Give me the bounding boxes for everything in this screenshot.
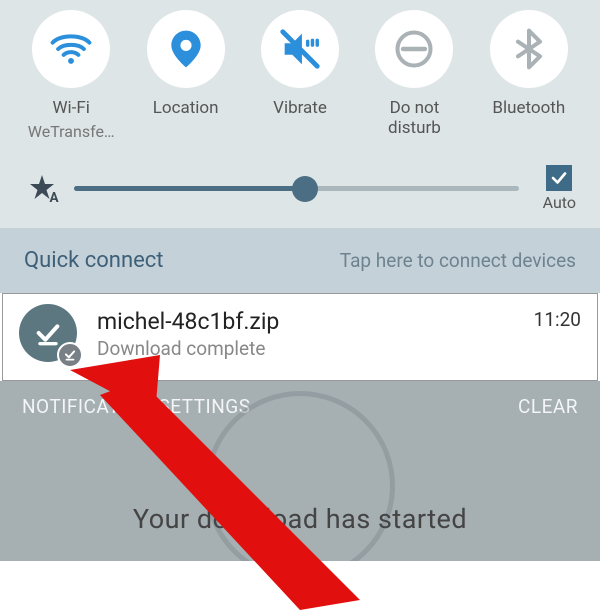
notification-icon-wrap (19, 304, 79, 364)
auto-brightness-checkbox[interactable] (546, 165, 572, 191)
quick-connect-title: Quick connect (24, 248, 163, 273)
svg-text:A: A (50, 190, 60, 205)
vibrate-label: Vibrate (273, 98, 327, 118)
brightness-slider[interactable] (74, 174, 519, 204)
dnd-icon (375, 10, 453, 88)
slider-thumb[interactable] (292, 176, 318, 202)
dnd-toggle[interactable]: Do not disturb (361, 10, 467, 141)
quick-settings-panel: Wi-Fi WeTransfe… Location Vibrate (0, 0, 600, 228)
bluetooth-label: Bluetooth (492, 98, 565, 118)
wifi-icon (32, 10, 110, 88)
toggle-row: Wi-Fi WeTransfe… Location Vibrate (10, 10, 590, 141)
notification-title: michel-48c1bf.zip (97, 308, 516, 335)
bluetooth-toggle[interactable]: Bluetooth (476, 10, 582, 141)
notification-text: michel-48c1bf.zip Download complete (97, 308, 516, 360)
bluetooth-icon (490, 10, 568, 88)
download-badge-icon (57, 342, 83, 368)
vibrate-toggle[interactable]: Vibrate (247, 10, 353, 141)
panel-footer-area: NOTIFICATION SETTINGS CLEAR Your downloa… (0, 381, 600, 561)
clear-button[interactable]: CLEAR (518, 395, 578, 418)
wifi-toggle[interactable]: Wi-Fi WeTransfe… (18, 10, 124, 141)
wifi-sublabel: WeTransfe… (28, 122, 115, 141)
quick-connect-hint: Tap here to connect devices (340, 249, 576, 272)
notification-area: michel-48c1bf.zip Download complete 11:2… (0, 293, 600, 381)
auto-brightness-label: Auto (543, 193, 576, 212)
notification-subtitle: Download complete (97, 337, 516, 360)
notification-settings-button[interactable]: NOTIFICATION SETTINGS (22, 395, 251, 418)
vibrate-icon (261, 10, 339, 88)
brightness-row: A Auto (10, 141, 590, 212)
location-toggle[interactable]: Location (132, 10, 238, 141)
notification-time: 11:20 (534, 308, 581, 331)
location-icon (147, 10, 225, 88)
quick-connect-bar[interactable]: Quick connect Tap here to connect device… (0, 228, 600, 293)
wifi-label: Wi-Fi (52, 98, 89, 118)
location-label: Location (153, 98, 219, 118)
notification-card[interactable]: michel-48c1bf.zip Download complete 11:2… (2, 293, 598, 381)
dnd-label: Do not disturb (388, 98, 441, 139)
background-status-text: Your download has started (0, 503, 600, 535)
auto-brightness-icon: A (24, 169, 60, 209)
slider-fill (74, 186, 305, 191)
